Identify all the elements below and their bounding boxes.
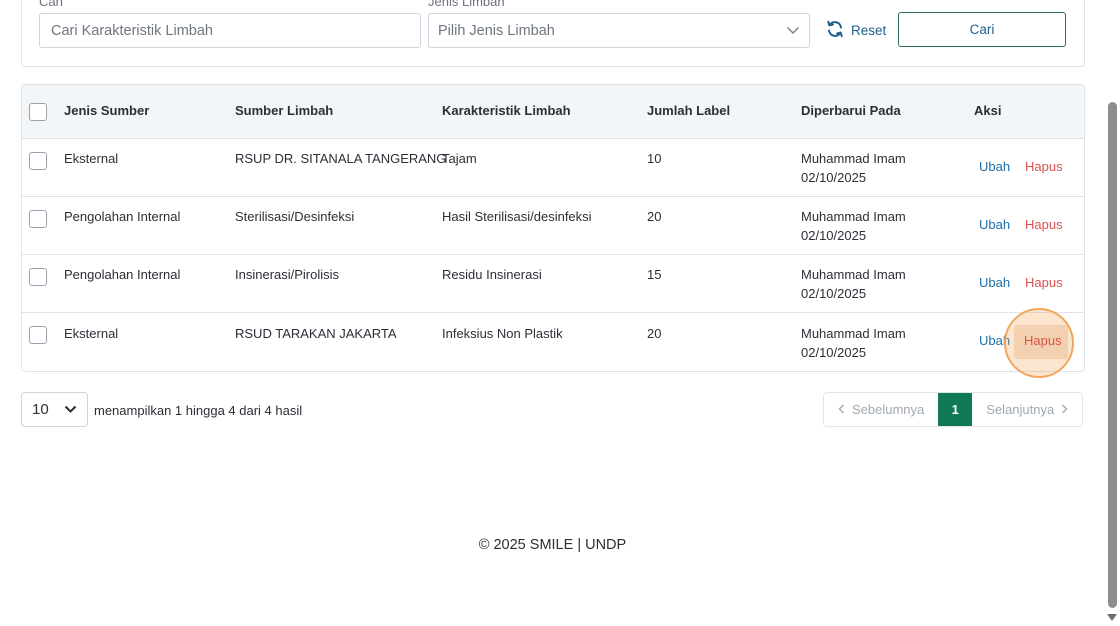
- cell-sumber-limbah: RSUP DR. SITANALA TANGERANG: [235, 151, 447, 166]
- waste-type-select[interactable]: Pilih Jenis Limbah: [428, 13, 810, 48]
- cell-updated-date: 02/10/2025: [801, 286, 867, 301]
- chevron-left-icon: [838, 402, 845, 417]
- cell-updated-date: 02/10/2025: [801, 345, 867, 360]
- table-row: Pengolahan Internal Insinerasi/Pirolisis…: [22, 255, 1084, 313]
- row-checkbox[interactable]: [29, 152, 47, 170]
- page-size-value: 10: [32, 401, 49, 418]
- delete-button[interactable]: Hapus: [1025, 217, 1063, 232]
- cell-jumlah-label: 20: [647, 326, 662, 341]
- reset-button[interactable]: Reset: [826, 18, 886, 42]
- edit-button[interactable]: Ubah: [979, 217, 1010, 232]
- cell-updated-by: Muhammad Imam: [801, 209, 906, 224]
- waste-type-label: Jenis Limbah: [428, 0, 505, 9]
- cell-updated-by: Muhammad Imam: [801, 151, 906, 166]
- delete-button[interactable]: Hapus: [1025, 275, 1063, 290]
- cell-sumber-limbah: Insinerasi/Pirolisis: [235, 267, 340, 282]
- cell-jenis-sumber: Pengolahan Internal: [64, 267, 181, 282]
- page-size-select[interactable]: 10: [21, 392, 88, 427]
- scroll-down-arrow-icon[interactable]: [1107, 614, 1117, 621]
- waste-type-select-value: Pilih Jenis Limbah: [438, 22, 555, 39]
- waste-table: Jenis Sumber Sumber Limbah Karakteristik…: [21, 84, 1085, 372]
- cell-karakteristik: Tajam: [442, 151, 477, 166]
- header-diperbarui: Diperbarui Pada: [801, 103, 901, 118]
- cell-updated-by: Muhammad Imam: [801, 267, 906, 282]
- search-button[interactable]: Cari: [898, 12, 1066, 47]
- table-row: Eksternal RSUP DR. SITANALA TANGERANG Ta…: [22, 139, 1084, 197]
- cell-updated-date: 02/10/2025: [801, 170, 867, 185]
- table-row: Pengolahan Internal Sterilisasi/Desinfek…: [22, 197, 1084, 255]
- cell-updated-by: Muhammad Imam: [801, 326, 906, 341]
- delete-button[interactable]: Hapus: [1024, 333, 1062, 348]
- refresh-icon: [826, 20, 844, 41]
- row-checkbox[interactable]: [29, 210, 47, 228]
- select-all-checkbox[interactable]: [29, 103, 47, 121]
- header-karakteristik: Karakteristik Limbah: [442, 103, 571, 118]
- header-sumber-limbah: Sumber Limbah: [235, 103, 334, 118]
- row-checkbox[interactable]: [29, 268, 47, 286]
- cell-jenis-sumber: Pengolahan Internal: [64, 209, 181, 224]
- cell-sumber-limbah: Sterilisasi/Desinfeksi: [235, 209, 355, 224]
- next-page-button[interactable]: Selanjutnya: [972, 393, 1083, 426]
- delete-button[interactable]: Hapus: [1025, 159, 1063, 174]
- next-page-label: Selanjutnya: [986, 402, 1055, 417]
- scrollbar-thumb[interactable]: [1108, 102, 1117, 608]
- cell-jumlah-label: 15: [647, 267, 662, 282]
- table-row: Eksternal RSUD TARAKAN JAKARTA Infeksius…: [22, 313, 1084, 371]
- header-jenis-sumber: Jenis Sumber: [64, 103, 150, 118]
- cell-karakteristik: Residu Insinerasi: [442, 267, 542, 282]
- chevron-down-icon: [786, 23, 800, 39]
- previous-page-label: Sebelumnya: [852, 402, 925, 417]
- cell-sumber-limbah: RSUD TARAKAN JAKARTA: [235, 326, 397, 341]
- cell-karakteristik: Hasil Sterilisasi/desinfeksi: [442, 209, 592, 224]
- cell-karakteristik: Infeksius Non Plastik: [442, 326, 563, 341]
- header-aksi: Aksi: [974, 103, 1002, 118]
- previous-page-button[interactable]: Sebelumnya: [824, 393, 939, 426]
- pagination: Sebelumnya 1 Selanjutnya: [823, 392, 1084, 427]
- search-label: Cari: [39, 0, 63, 9]
- edit-button[interactable]: Ubah: [979, 159, 1010, 174]
- table-header: Jenis Sumber Sumber Limbah Karakteristik…: [22, 85, 1084, 139]
- cell-jenis-sumber: Eksternal: [64, 151, 119, 166]
- reset-button-label: Reset: [851, 22, 887, 38]
- row-checkbox[interactable]: [29, 326, 47, 344]
- footer-copyright: © 2025 SMILE | UNDP: [478, 537, 627, 553]
- cell-updated-date: 02/10/2025: [801, 228, 867, 243]
- page-number-current[interactable]: 1: [938, 393, 973, 426]
- edit-button[interactable]: Ubah: [979, 275, 1010, 290]
- cell-jumlah-label: 10: [647, 151, 662, 166]
- header-jumlah-label: Jumlah Label: [647, 103, 731, 118]
- chevron-down-icon: [64, 401, 77, 418]
- chevron-right-icon: [1061, 402, 1068, 417]
- cell-jumlah-label: 20: [647, 209, 662, 224]
- search-input[interactable]: [39, 13, 421, 48]
- cell-jenis-sumber: Eksternal: [64, 326, 119, 341]
- results-summary: menampilkan 1 hingga 4 dari 4 hasil: [94, 403, 303, 418]
